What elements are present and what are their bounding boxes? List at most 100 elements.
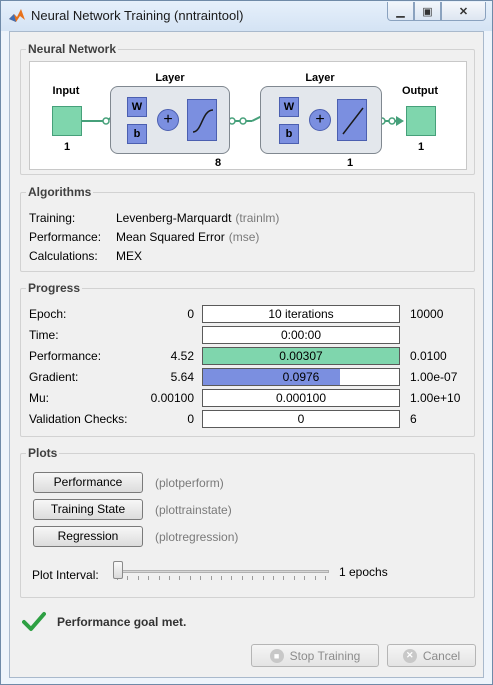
time-label: Time: [29,328,59,342]
performance-plot-button[interactable]: Performance [33,472,143,493]
slider-tick [294,576,295,580]
slider-tick [200,576,201,580]
network-diagram: Input 1 Layer W b + 8 Layer W b + 1 Outp… [29,61,467,170]
regression-plot-button[interactable]: Regression [33,526,143,547]
calculations-label: Calculations: [29,249,98,263]
maximize-button[interactable]: ▣ [414,2,441,21]
training-value: Levenberg-Marquardt (trainlm) [116,211,279,225]
layer1-sigmoid-icon [187,99,217,141]
neural-network-title: Neural Network [26,42,119,56]
algorithms-title: Algorithms [26,185,94,199]
mu-min-value: 0.00100 [150,391,194,405]
mu-current-value: 0.000100 [275,391,327,405]
layer2-weight: W [279,97,299,117]
training-algorithm: Levenberg-Marquardt [116,211,232,225]
client-area: Neural Network Input 1 Layer W b + 8 Lay… [9,31,484,678]
layer2-box: W b + [260,86,382,154]
slider-tick [211,576,212,580]
calculations-value: MEX [116,249,143,263]
title-bar: Neural Network Training (nntraintool) ▁ … [1,1,492,31]
epoch-current-value: 10 iterations [268,307,334,321]
neural-network-group: Neural Network Input 1 Layer W b + 8 Lay… [20,42,475,175]
validation-checks-min-value: 0 [187,412,194,426]
layer1-bias: b [127,124,147,144]
slider-tick [127,576,128,580]
performance-current-value: 0.00307 [279,349,323,363]
minimize-button[interactable]: ▁ [387,2,414,21]
epoch-label: Epoch: [29,307,67,321]
performance-function: (mse) [228,230,260,244]
output-label: Output [401,85,439,97]
progress-row-validation-checks: Validation Checks: 0 0 6 [21,410,476,428]
mu-progress-bar: 0.000100 [202,389,400,407]
input-node [52,106,82,136]
slider-tick [242,576,243,580]
status-message: Performance goal met. [57,615,187,629]
slider-tick [148,576,149,580]
close-button[interactable]: ✕ [441,2,486,21]
performance-algorithm: Mean Squared Error [116,230,225,244]
slider-tick [315,576,316,580]
performance-value: Mean Squared Error (mse) [116,230,259,244]
plot-interval-slider[interactable] [113,561,329,581]
nntraintool-window: Neural Network Training (nntraintool) ▁ … [0,0,493,685]
checkmark-icon [22,612,46,631]
minimize-icon: ▁ [396,5,405,18]
plot-interval-label: Plot Interval: [32,568,99,582]
slider-tick [325,576,326,580]
layer1-weight: W [127,97,147,117]
layer1-box: W b + [110,86,230,154]
slider-tick [169,576,170,580]
performance-min-value: 4.52 [170,349,194,363]
slider-track [113,570,329,573]
progress-row-performance: Performance: 4.52 0.00307 0.0100 [21,347,476,365]
close-icon: ✕ [458,5,469,18]
performance-max-value: 0.0100 [410,349,447,363]
cancel-label: Cancel [422,648,461,663]
slider-tick [263,576,264,580]
slider-tick [231,576,232,580]
slider-thumb[interactable] [113,561,123,579]
validation-checks-max-value: 6 [410,412,417,426]
algorithm-row: Calculations: MEX [21,247,476,265]
performance-label: Performance: [29,349,102,363]
progress-row-time: Time: 0:00:00 [21,326,476,344]
slider-tick [159,576,160,580]
layer2-size: 1 [346,157,354,169]
cancel-button[interactable]: ✕ Cancel [387,644,476,667]
output-size: 1 [417,141,425,153]
mu-max-value: 1.00e+10 [410,391,461,405]
layer2-sum-icon: + [309,109,331,131]
cancel-icon: ✕ [402,648,417,663]
regression-plot-function: (plotregression) [155,530,239,544]
training-state-plot-function: (plottrainstate) [155,503,232,517]
slider-tick [252,576,253,580]
training-label: Training: [29,211,76,225]
stop-icon: ■ [269,648,284,663]
time-current-value: 0:00:00 [280,328,322,342]
input-label: Input [52,85,80,97]
stop-training-button[interactable]: ■ Stop Training [251,644,379,667]
layer1-sum-icon: + [157,109,179,131]
algorithms-group: Algorithms Training: Levenberg-Marquardt… [20,185,476,272]
diagram-connections [82,107,404,134]
epoch-max-value: 10000 [410,307,444,321]
plots-title: Plots [26,446,60,460]
gradient-progress-bar: 0.0976 [202,368,400,386]
performance-label: Performance: [29,230,102,244]
validation-checks-current-value: 0 [297,412,305,426]
slider-tick [273,576,274,580]
layer2-bias: b [279,124,299,144]
performance-progress-bar: 0.00307 [202,347,400,365]
time-progress-bar: 0:00:00 [202,326,400,344]
slider-tick [179,576,180,580]
matlab-logo-icon [9,9,25,22]
validation-checks-progress-bar: 0 [202,410,400,428]
slider-ticks [113,576,329,580]
epoch-progress-bar: 10 iterations [202,305,400,323]
gradient-current-value: 0.0976 [282,370,320,384]
training-state-plot-button[interactable]: Training State [33,499,143,520]
algorithm-row: Training: Levenberg-Marquardt (trainlm) [21,209,476,227]
window-title: Neural Network Training (nntraintool) [31,8,244,23]
gradient-min-value: 5.64 [170,370,194,384]
